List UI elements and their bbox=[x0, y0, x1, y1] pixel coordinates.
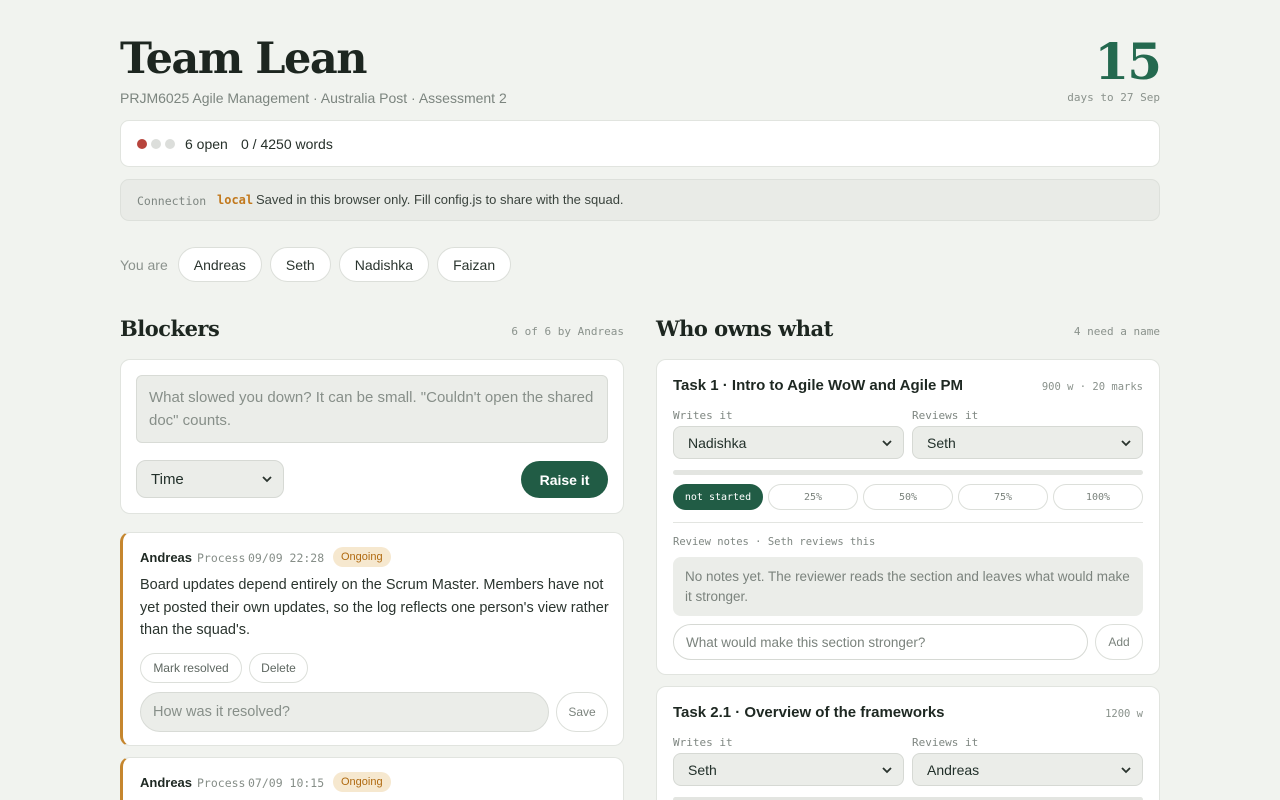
writer-select[interactable]: Nadishka bbox=[673, 426, 904, 459]
status-dot bbox=[151, 139, 161, 149]
member-pill-seth[interactable]: Seth bbox=[269, 247, 331, 282]
delete-button[interactable]: Delete bbox=[249, 653, 308, 683]
blockers-meta: 6 of 6 by Andreas bbox=[511, 325, 624, 338]
connection-message: Saved in this browser only. Fill config.… bbox=[256, 192, 624, 207]
blocker-timestamp: 09/09 22:28 bbox=[248, 551, 325, 565]
stage-100[interactable]: 100% bbox=[1053, 484, 1143, 510]
task-title: Task 2.1 · Overview of the frameworks bbox=[673, 704, 945, 721]
reviewer-select[interactable]: Andreas bbox=[912, 753, 1143, 786]
reviewer-value: Andreas bbox=[927, 761, 980, 778]
writes-label: Writes it bbox=[673, 409, 733, 422]
task-progress-bar bbox=[673, 470, 1143, 475]
member-pill-andreas[interactable]: Andreas bbox=[177, 247, 262, 282]
writer-value: Seth bbox=[688, 761, 717, 778]
identity-picker: You are Andreas Seth Nadishka Faizan bbox=[120, 247, 512, 282]
page-title: Team Lean bbox=[120, 34, 367, 84]
mark-resolved-button[interactable]: Mark resolved bbox=[140, 653, 242, 683]
chevron-down-icon bbox=[881, 437, 893, 449]
countdown-value: 15 bbox=[1094, 32, 1162, 91]
stage-25[interactable]: 25% bbox=[768, 484, 858, 510]
task-meta: 900 w · 20 marks bbox=[1041, 381, 1143, 393]
countdown-label: days to 27 Sep bbox=[1067, 91, 1160, 104]
status-badge: Ongoing bbox=[333, 547, 391, 567]
task-title: Task 1 · Intro to Agile WoW and Agile PM bbox=[673, 377, 964, 394]
blocker-author: Andreas bbox=[140, 550, 193, 565]
blocker-category: Process bbox=[197, 551, 246, 565]
blocker-category: Process bbox=[197, 776, 246, 790]
stage-50[interactable]: 50% bbox=[863, 484, 953, 510]
reviewer-select[interactable]: Seth bbox=[912, 426, 1143, 459]
open-count: 6 open bbox=[185, 136, 228, 152]
review-notes-label: Review notes · Seth reviews this bbox=[673, 536, 876, 548]
task-meta: 1200 w bbox=[1105, 708, 1143, 720]
identity-label: You are bbox=[120, 256, 168, 273]
status-dots bbox=[137, 139, 175, 149]
chevron-down-icon bbox=[261, 473, 273, 485]
blocker-input[interactable]: What slowed you down? It can be small. "… bbox=[136, 375, 608, 443]
stage-75[interactable]: 75% bbox=[958, 484, 1048, 510]
writer-select[interactable]: Seth bbox=[673, 753, 904, 786]
connection-mode: local bbox=[217, 193, 254, 207]
member-pill-nadishka[interactable]: Nadishka bbox=[338, 247, 430, 282]
raise-blocker-button[interactable]: Raise it bbox=[521, 461, 608, 498]
chevron-down-icon bbox=[881, 764, 893, 776]
ownership-meta: 4 need a name bbox=[1073, 325, 1160, 338]
reviewer-value: Seth bbox=[927, 434, 956, 451]
chevron-down-icon bbox=[1120, 764, 1132, 776]
stage-not-started[interactable]: not started bbox=[673, 484, 763, 510]
blocker-timestamp: 07/09 10:15 bbox=[248, 776, 325, 790]
resolution-input[interactable]: How was it resolved? bbox=[140, 692, 549, 732]
connection-banner: Connection local Saved in this browser o… bbox=[120, 179, 1160, 221]
reviews-label: Reviews it bbox=[912, 409, 979, 422]
chevron-down-icon bbox=[1120, 437, 1132, 449]
add-note-button[interactable]: Add bbox=[1095, 624, 1143, 660]
page-subtitle: PRJM6025 Agile Management · Australia Po… bbox=[120, 90, 507, 106]
blocker-category-select[interactable]: Time bbox=[136, 460, 284, 498]
page-header: Team Lean PRJM6025 Agile Management · Au… bbox=[120, 30, 1162, 110]
divider bbox=[673, 522, 1143, 523]
review-note-input[interactable]: What would make this section stronger? bbox=[673, 624, 1088, 660]
word-count: 0 / 4250 words bbox=[241, 136, 333, 152]
status-badge: Ongoing bbox=[333, 772, 391, 792]
blocker-author: Andreas bbox=[140, 775, 193, 790]
new-blocker-card: What slowed you down? It can be small. "… bbox=[120, 359, 624, 514]
status-bar: 6 open 0 / 4250 words bbox=[120, 120, 1160, 167]
writer-value: Nadishka bbox=[688, 434, 747, 451]
save-resolution-button[interactable]: Save bbox=[556, 692, 608, 732]
blocker-text: Board updates depend entirely on the Scr… bbox=[140, 577, 609, 638]
member-pill-faizan[interactable]: Faizan bbox=[437, 247, 512, 282]
task-card: Task 1 · Intro to Agile WoW and Agile PM… bbox=[656, 359, 1160, 675]
status-dot bbox=[137, 139, 147, 149]
blockers-title: Blockers bbox=[120, 316, 220, 341]
ownership-title: Who owns what bbox=[656, 316, 833, 341]
reviews-label: Reviews it bbox=[912, 736, 979, 749]
connection-label: Connection bbox=[137, 194, 207, 208]
writes-label: Writes it bbox=[673, 736, 733, 749]
task-card: Task 2.1 · Overview of the frameworks 12… bbox=[656, 686, 1160, 800]
blocker-category-value: Time bbox=[151, 470, 184, 488]
review-notes-empty: No notes yet. The reviewer reads the sec… bbox=[673, 557, 1143, 616]
blocker-item: Andreas Process 07/09 10:15 Ongoing bbox=[120, 757, 624, 800]
status-dot bbox=[165, 139, 175, 149]
blocker-item: Andreas Process 09/09 22:28 Ongoing Boar… bbox=[120, 532, 624, 746]
